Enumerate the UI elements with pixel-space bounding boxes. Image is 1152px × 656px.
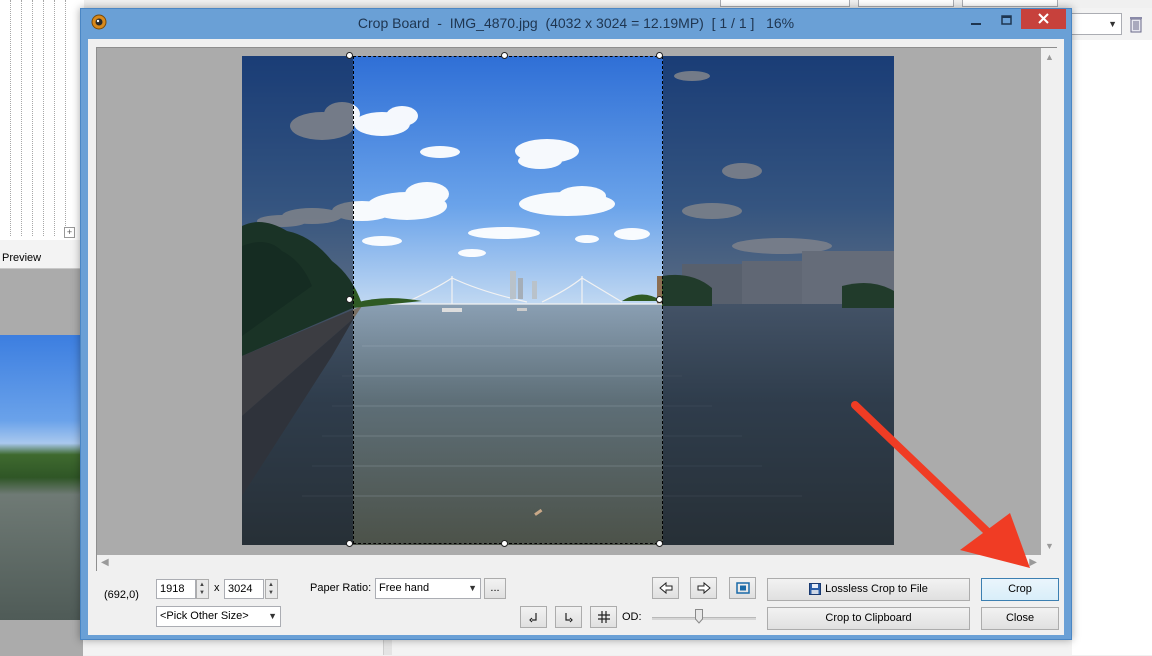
photo[interactable] — [242, 56, 894, 545]
close-icon — [1038, 13, 1049, 24]
trash-icon[interactable] — [1128, 15, 1144, 33]
rotate-right-button[interactable] — [555, 606, 582, 628]
fit-screen-icon — [736, 582, 750, 594]
crop-button[interactable]: Crop — [981, 578, 1059, 601]
background-search-input[interactable] — [962, 0, 1058, 7]
background-dropdown[interactable]: ▼ — [1070, 13, 1122, 35]
crop-height-spinner[interactable]: ▲ ▼ — [265, 579, 278, 599]
minimize-icon — [971, 23, 981, 25]
scroll-left-icon[interactable]: ◀ — [101, 557, 109, 568]
paper-ratio-label: Paper Ratio: — [310, 582, 372, 594]
scroll-down-icon[interactable]: ▼ — [1045, 541, 1054, 551]
lossless-crop-button[interactable]: Lossless Crop to File — [767, 578, 970, 601]
paper-ratio-value: Free hand — [379, 582, 430, 594]
lossless-crop-label: Lossless Crop to File — [825, 583, 928, 595]
chevron-down-icon: ▼ — [468, 583, 477, 593]
arrow-right-icon — [697, 581, 711, 595]
previous-image-button[interactable] — [652, 577, 679, 599]
fit-screen-button[interactable] — [729, 577, 756, 599]
od-slider-track[interactable] — [652, 617, 756, 620]
rotate-right-icon — [565, 613, 573, 623]
scroll-up-icon[interactable]: ▲ — [1045, 52, 1054, 62]
paper-ratio-more-button[interactable]: ... — [484, 578, 506, 599]
crop-width-spinner[interactable]: ▲ ▼ — [196, 579, 209, 599]
next-image-button[interactable] — [690, 577, 717, 599]
floppy-disk-icon — [809, 583, 822, 596]
crop-to-clipboard-button[interactable]: Crop to Clipboard — [767, 607, 970, 630]
close-button[interactable]: Close — [981, 607, 1059, 630]
maximize-icon — [1001, 15, 1012, 25]
chevron-down-icon: ▼ — [268, 611, 277, 621]
dialog-title: Crop Board - IMG_4870.jpg (4032 x 3024 =… — [357, 15, 795, 31]
dimension-separator: x — [214, 582, 220, 594]
title-bar[interactable]: Crop Board - IMG_4870.jpg (4032 x 3024 =… — [81, 9, 1071, 37]
background-right-panel — [1072, 40, 1152, 655]
minimize-button[interactable] — [963, 11, 989, 31]
rotate-left-icon — [529, 613, 537, 623]
tree-expander[interactable]: + — [64, 227, 75, 238]
od-label: OD: — [622, 611, 642, 623]
background-splitter — [383, 638, 392, 655]
background-sort-combo[interactable] — [858, 0, 954, 7]
arrow-left-icon — [659, 581, 673, 595]
folder-tree: + — [0, 0, 81, 240]
close-window-button[interactable] — [1021, 9, 1066, 29]
crop-height-input[interactable]: 3024 — [224, 579, 264, 599]
od-slider-thumb[interactable] — [694, 609, 703, 624]
crop-coordinates: (692,0) — [104, 589, 139, 601]
preview-thumbnail — [0, 335, 80, 620]
paper-ratio-select[interactable]: Free hand ▼ — [375, 578, 481, 599]
grid-icon — [598, 611, 610, 623]
preview-label: Preview — [2, 252, 42, 264]
crop-width-input[interactable]: 1918 — [156, 579, 196, 599]
background-filter-combo[interactable] — [720, 0, 850, 7]
grid-toggle-button[interactable] — [590, 606, 617, 628]
pick-size-select[interactable]: <Pick Other Size> ▼ — [156, 606, 281, 627]
pick-size-value: <Pick Other Size> — [160, 610, 249, 622]
background-toolbar — [80, 0, 1152, 8]
crop-selection[interactable] — [353, 56, 663, 544]
crop-dim-left — [242, 56, 353, 545]
annotation-arrow-icon — [851, 401, 1030, 568]
maximize-button[interactable] — [993, 11, 1019, 31]
rotate-left-button[interactable] — [520, 606, 547, 628]
